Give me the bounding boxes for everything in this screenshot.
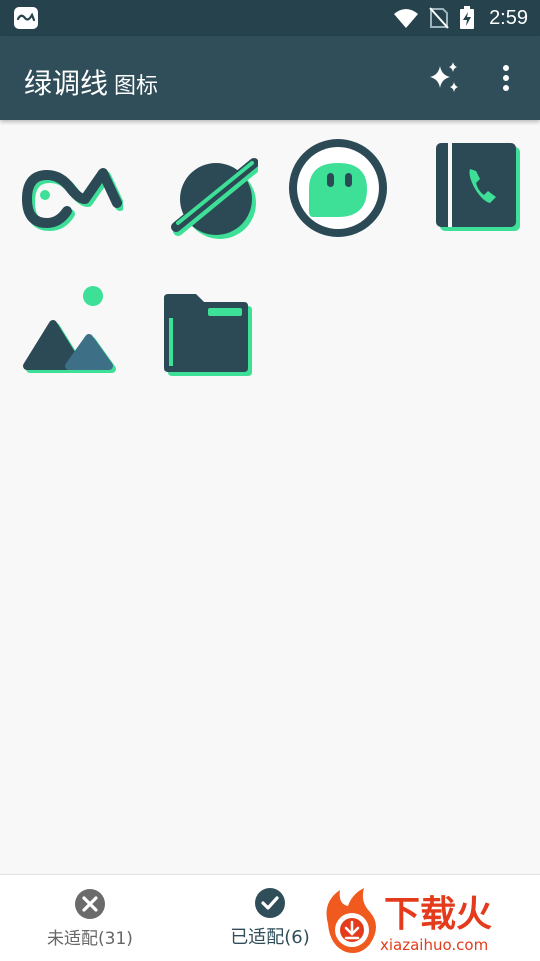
icon-cell[interactable] [135, 120, 270, 255]
wifi-icon [394, 9, 419, 28]
icon-cell[interactable] [0, 265, 135, 400]
watermark-title: 下载火 [384, 894, 492, 935]
subtitle-text: 图标 [114, 74, 159, 99]
app-notification-icon [14, 7, 38, 29]
watermark-url: xiazaihuo.com [380, 936, 488, 954]
no-sim-icon [429, 7, 449, 29]
check-circle-icon [255, 888, 285, 918]
chat-icon [288, 138, 387, 237]
folder-icon [163, 293, 252, 376]
close-circle-icon [75, 888, 105, 919]
status-bar: 2:59 [0, 0, 540, 36]
tab-unadapted-label: 未适配(31) [47, 928, 133, 949]
gallery-icon [22, 285, 116, 373]
more-options-icon[interactable] [494, 60, 518, 96]
title-text: 绿调线 [24, 67, 109, 100]
icon-cell[interactable] [405, 120, 540, 255]
tab-adapted-label: 已适配(6) [230, 927, 310, 948]
app-bar: 绿调线 图标 [0, 36, 540, 120]
icon-cell[interactable] [270, 120, 405, 255]
watermark-logo: 下载火 xiazaihuo.com [326, 888, 492, 954]
clock: 2:59 [489, 6, 528, 29]
page-title: 绿调线 图标 [24, 62, 158, 102]
icon-cell[interactable] [0, 120, 135, 255]
sparkle-icon[interactable] [426, 60, 462, 96]
phone-icon [435, 142, 520, 231]
icon-cell[interactable] [135, 265, 270, 400]
browser-icon [170, 157, 258, 239]
battery-charging-icon [460, 6, 475, 29]
tab-unadapted[interactable]: 未适配(31) [0, 875, 180, 961]
brand-logo-icon [21, 167, 123, 231]
